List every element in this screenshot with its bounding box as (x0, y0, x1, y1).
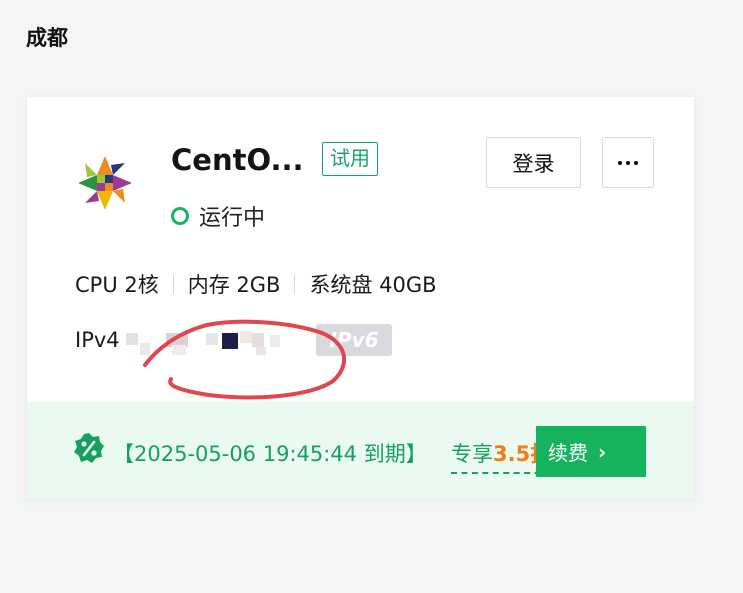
ip-row: IPv4 (75, 325, 292, 355)
chevron-right-icon: › (598, 439, 607, 464)
spec-cpu: CPU 2核 (75, 273, 159, 297)
more-horizontal-icon (618, 160, 622, 165)
trial-badge: 试用 (322, 142, 378, 176)
renew-label: 续费 (548, 441, 588, 465)
status-running-icon (171, 207, 189, 225)
expiry-text: 【2025-05-06 19:45:44 到期】 (113, 442, 427, 466)
instance-name[interactable]: CentO... (171, 143, 304, 177)
promo-number: 3.5 (493, 442, 531, 466)
ipv6-badge: IPv6 (316, 324, 392, 356)
region-title: 成都 (26, 26, 68, 50)
renew-button[interactable]: 续费 › (536, 426, 646, 477)
status-text: 运行中 (199, 206, 266, 231)
spec-divider (172, 274, 174, 294)
spec-row: CPU 2核 内存 2GB 系统盘 40GB (75, 269, 437, 299)
instance-card: CentO... 试用 运行中 登录 CPU 2核 内存 2GB 系统盘 40G… (27, 97, 694, 499)
login-button[interactable]: 登录 (486, 137, 581, 188)
spec-memory: 内存 2GB (187, 273, 281, 297)
spec-divider (294, 274, 296, 294)
more-dot (626, 160, 630, 165)
discount-badge-icon (74, 433, 104, 463)
instance-status: 运行中 (171, 200, 265, 232)
ipv4-address-redacted[interactable] (122, 325, 292, 355)
ipv4-label: IPv4 (75, 328, 120, 352)
more-dot (634, 160, 638, 165)
more-actions-button[interactable] (602, 137, 654, 188)
renewal-footer: 【2025-05-06 19:45:44 到期】 专享3.5折 续费 › (27, 402, 694, 499)
centos-logo-icon (77, 155, 133, 211)
spec-disk: 系统盘 40GB (309, 273, 437, 297)
promo-prefix: 专享 (451, 442, 493, 466)
